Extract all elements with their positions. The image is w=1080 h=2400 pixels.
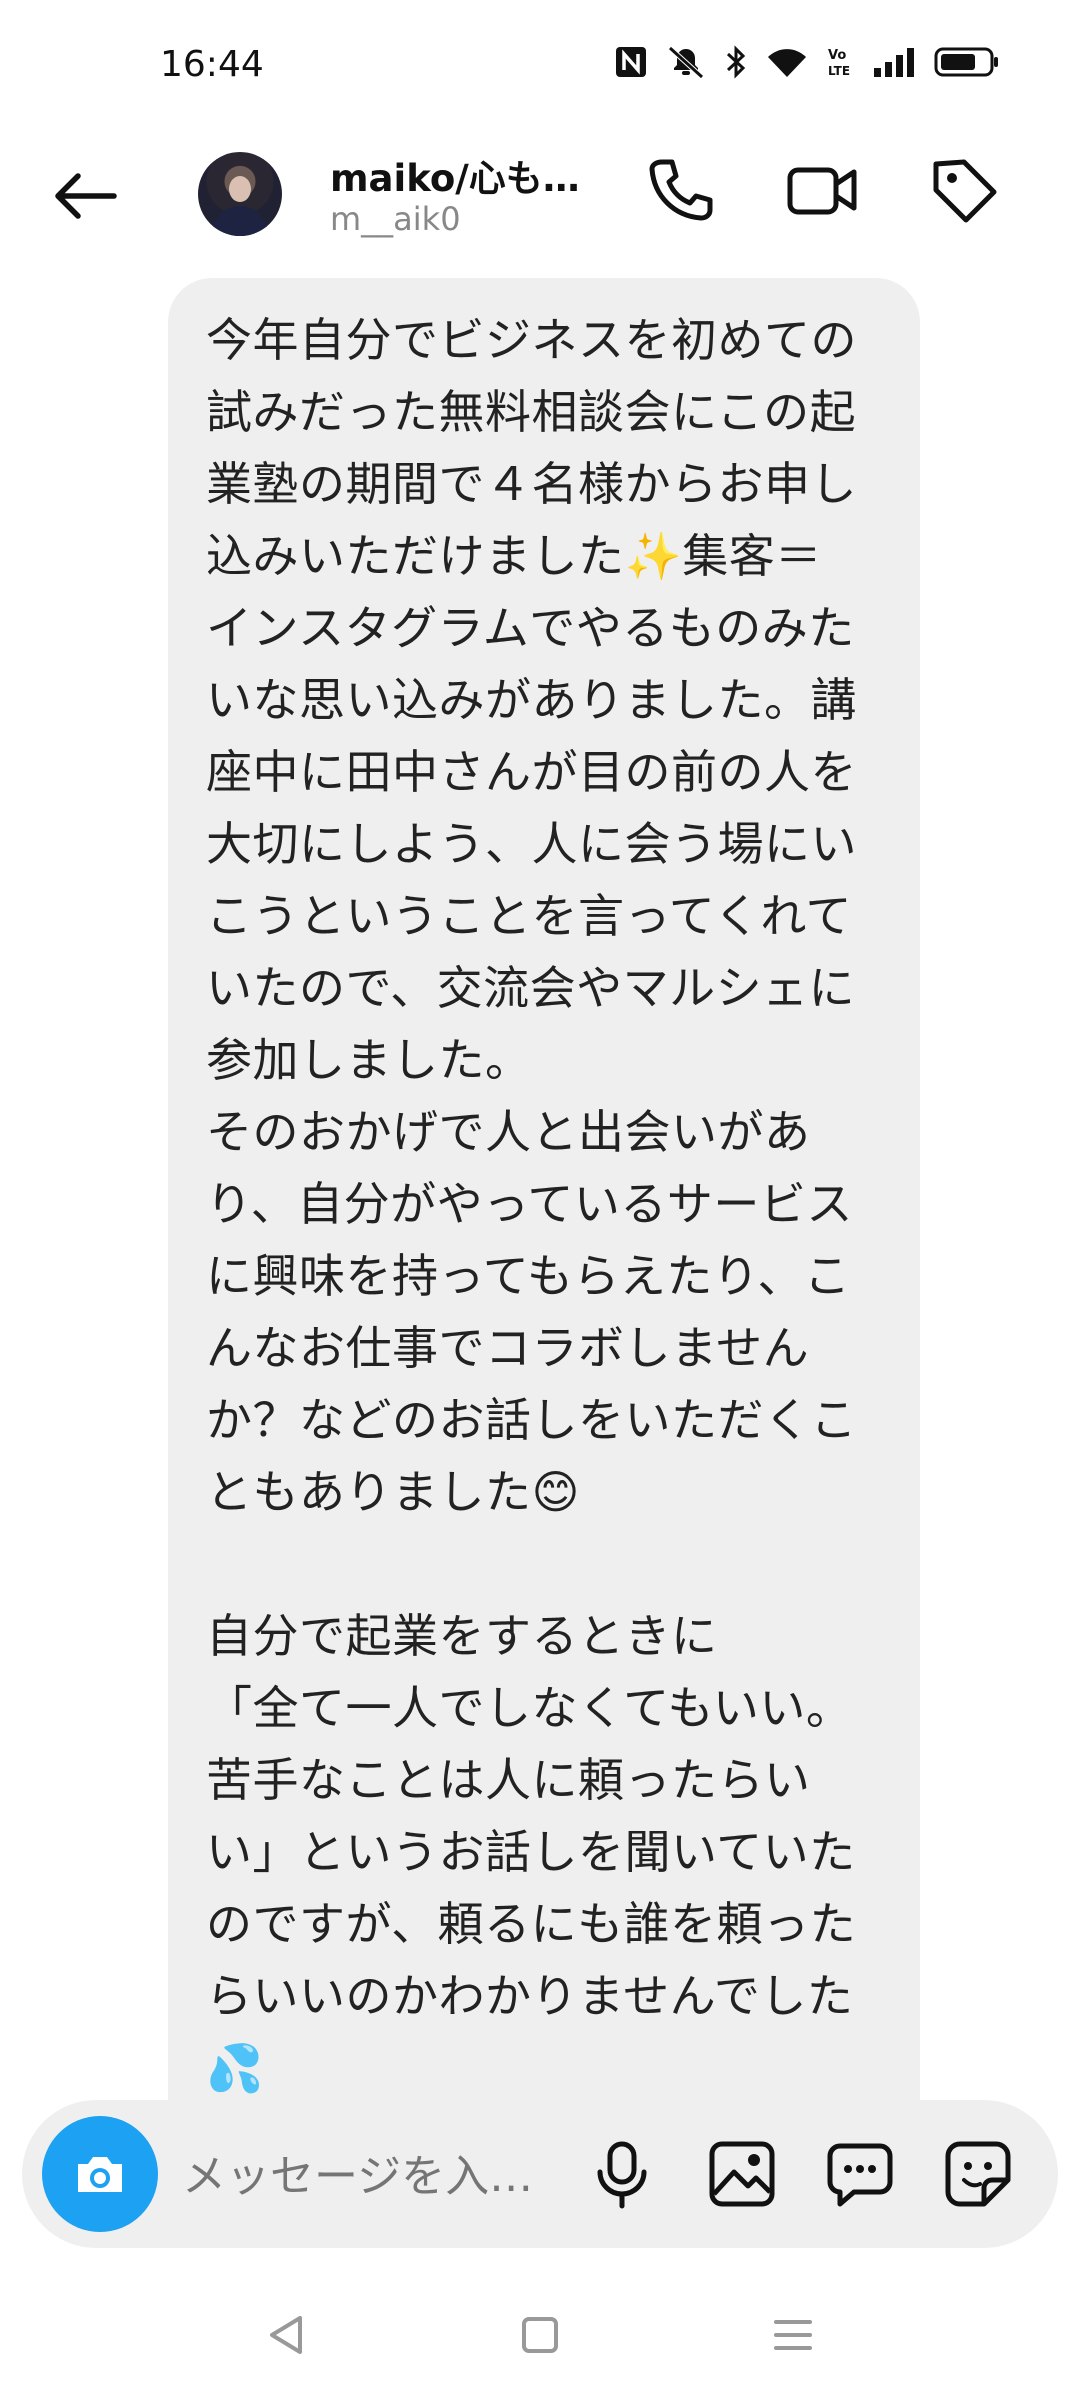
- svg-text:LTE: LTE: [828, 64, 850, 78]
- sticker-icon: [945, 2141, 1011, 2207]
- status-icons: Vo LTE: [614, 44, 1000, 80]
- message-text: 今年自分でビジネスを初めての 試みだった無料相談会にこの起 業塾の期間で４名様か…: [206, 313, 857, 2095]
- menu-lines-icon: [774, 2320, 812, 2350]
- avatar[interactable]: [198, 152, 282, 236]
- status-time: 16:44: [160, 44, 264, 85]
- tag-icon: [933, 159, 997, 223]
- chat-icon: [827, 2143, 893, 2207]
- system-nav-bar: [0, 2270, 1080, 2400]
- signal-icon: [872, 46, 916, 78]
- microphone-button[interactable]: [584, 2136, 660, 2212]
- home-square-icon: [522, 2317, 558, 2353]
- avatar-body: [212, 206, 268, 236]
- nav-back-button[interactable]: [252, 2300, 322, 2370]
- message-composer: [22, 2100, 1058, 2248]
- volte-icon: Vo LTE: [826, 45, 854, 79]
- tag-button[interactable]: [924, 150, 1004, 230]
- contact-display-name[interactable]: maiko/心も…: [330, 148, 580, 202]
- message-bubble[interactable]: 今年自分でビジネスを初めての 試みだった無料相談会にこの起 業塾の期間で４名様か…: [168, 278, 920, 2108]
- sticker-button[interactable]: [940, 2136, 1016, 2212]
- contact-username[interactable]: m__aik0: [330, 200, 461, 238]
- video-call-button[interactable]: [782, 150, 862, 230]
- nav-home-button[interactable]: [505, 2300, 575, 2370]
- gallery-button[interactable]: [704, 2136, 780, 2212]
- mute-icon: [666, 44, 706, 80]
- back-arrow-icon: [55, 173, 117, 219]
- back-button[interactable]: [46, 156, 126, 236]
- avatar-face: [229, 176, 251, 202]
- microphone-icon: [597, 2141, 647, 2209]
- camera-button[interactable]: [42, 2116, 158, 2232]
- svg-text:Vo: Vo: [828, 48, 846, 63]
- bluetooth-icon: [724, 44, 748, 80]
- back-triangle-icon: [270, 2316, 302, 2354]
- nav-recents-button[interactable]: [758, 2300, 828, 2370]
- gallery-icon: [709, 2141, 775, 2207]
- status-bar: 16:44 Vo LTE: [0, 0, 1080, 130]
- video-icon: [787, 167, 857, 215]
- chat-button[interactable]: [822, 2136, 898, 2212]
- nfc-icon: [614, 45, 648, 79]
- chat-header: maiko/心も… m__aik0: [0, 130, 1080, 270]
- battery-icon: [934, 46, 1000, 78]
- wifi-icon: [766, 45, 808, 79]
- camera-icon: [78, 2157, 122, 2192]
- message-input[interactable]: [182, 2148, 602, 2204]
- phone-icon: [649, 159, 713, 221]
- call-button[interactable]: [640, 150, 720, 230]
